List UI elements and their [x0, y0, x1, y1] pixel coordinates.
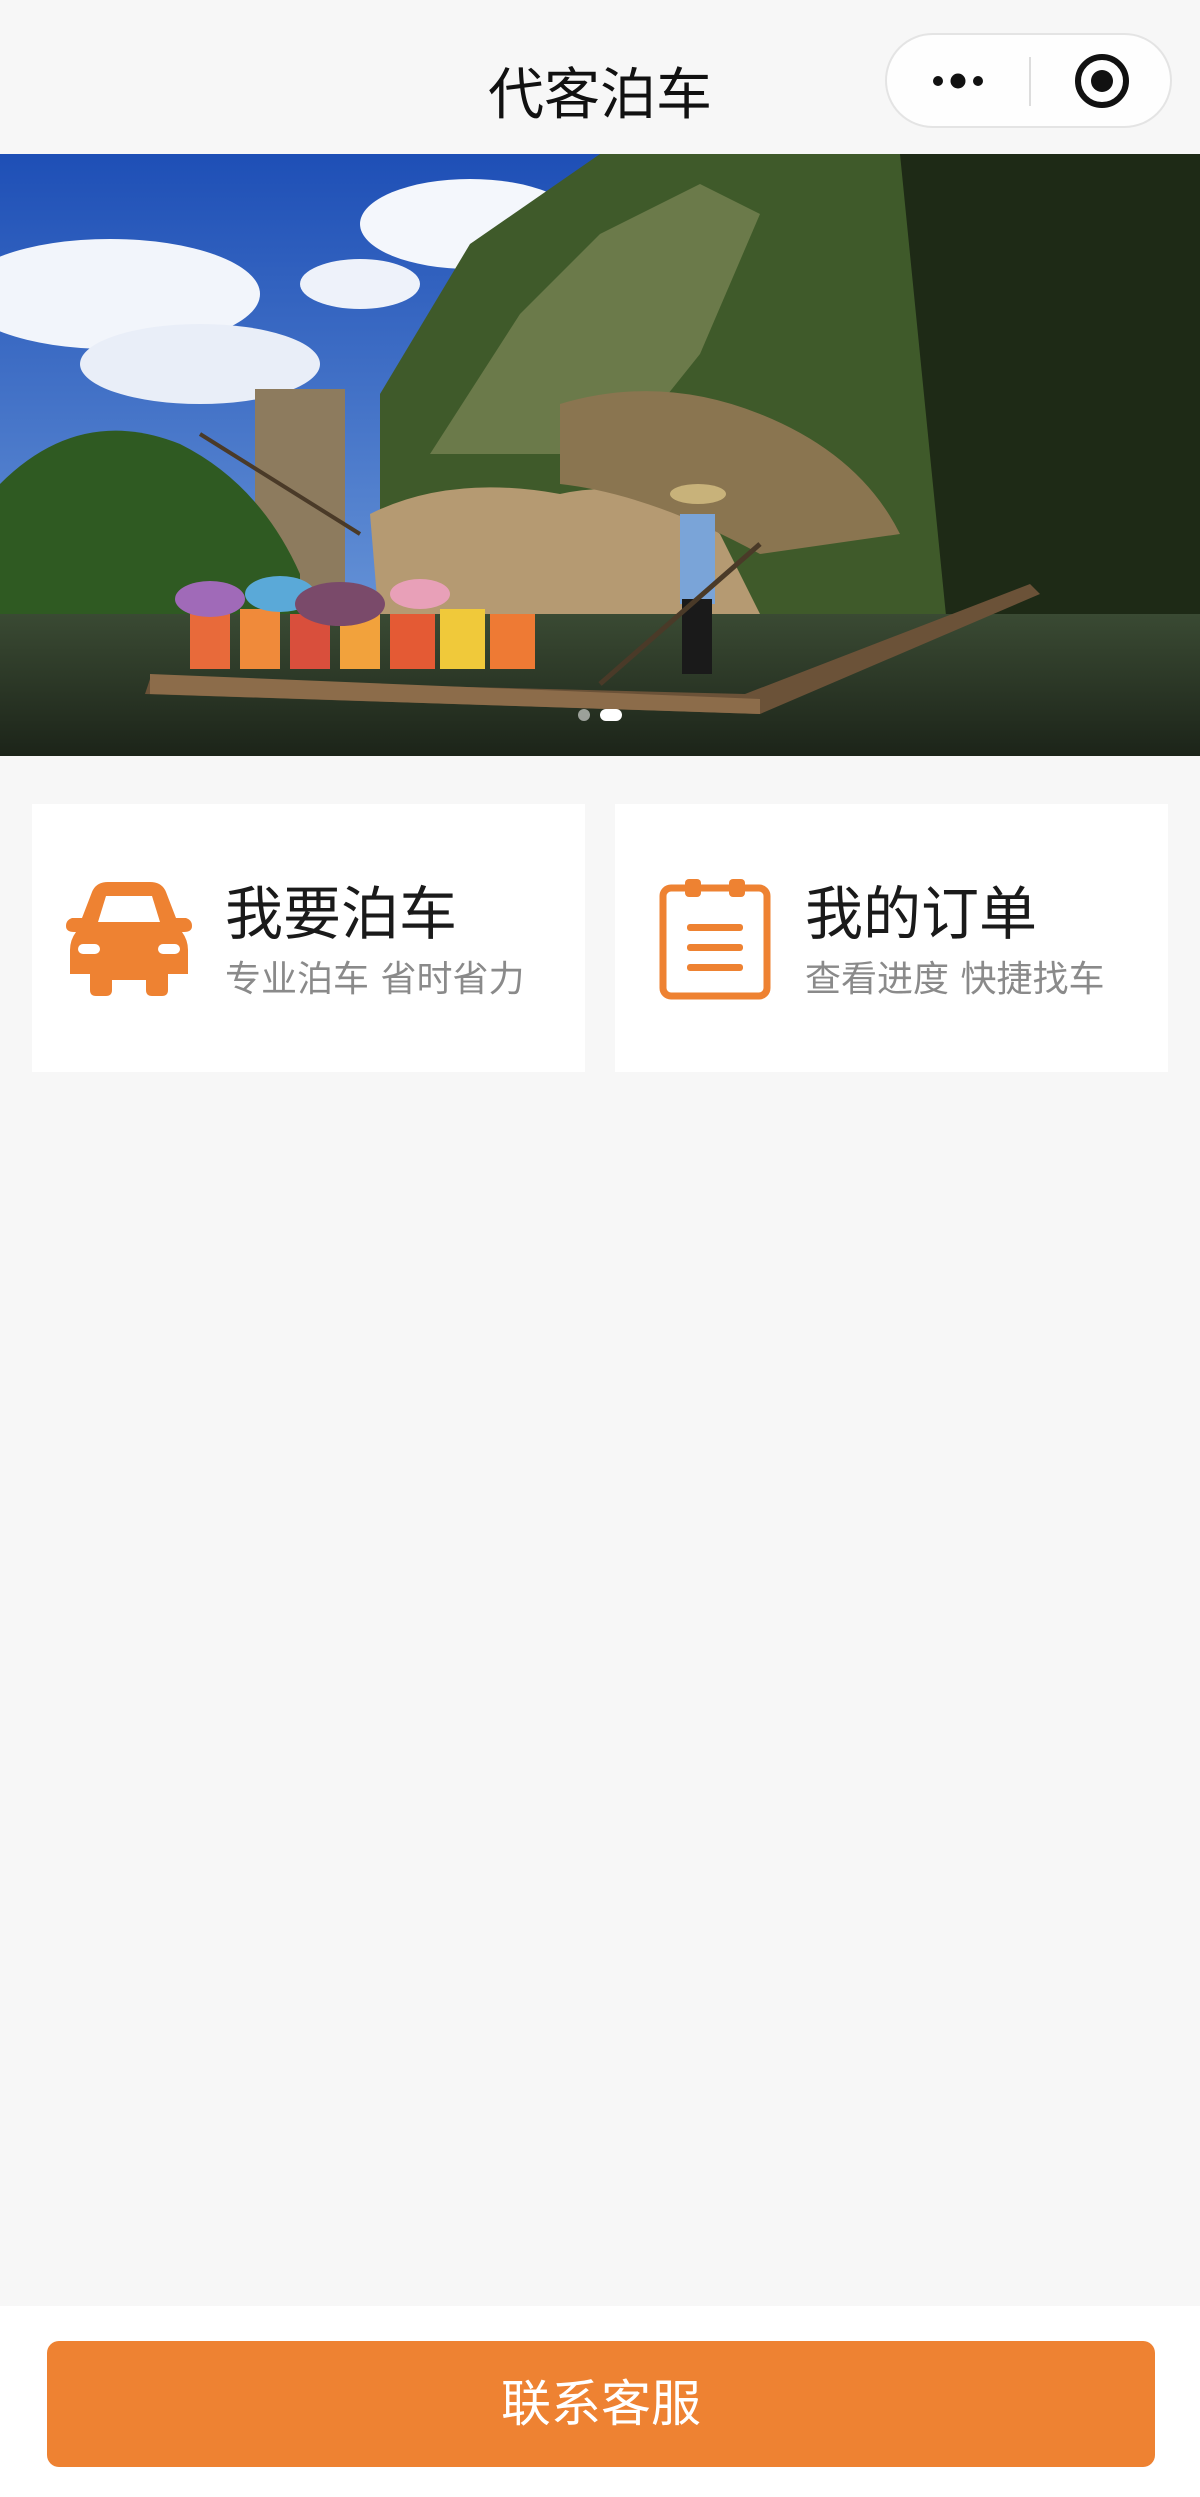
bottom-bar: 联系客服: [0, 2306, 1200, 2497]
park-car-card[interactable]: 我要泊车 专业泊车 省时省力: [32, 804, 585, 1072]
mini-program-capsule: [885, 33, 1172, 128]
my-orders-title: 我的订单: [805, 880, 1038, 948]
target-circle-icon: [1074, 53, 1129, 108]
my-orders-subtitle: 查看进度 快捷找车: [805, 959, 1105, 1000]
carousel-dot[interactable]: [578, 709, 590, 721]
my-orders-card[interactable]: 我的订单 查看进度 快捷找车: [615, 804, 1168, 1072]
more-dots-icon: [933, 73, 983, 88]
car-icon: [66, 882, 192, 996]
contact-service-button[interactable]: 联系客服: [47, 2341, 1155, 2467]
navigation-bar: 代客泊车: [0, 0, 1200, 154]
park-car-title: 我要泊车: [225, 880, 458, 948]
banner-image: [0, 154, 1200, 756]
banner-carousel[interactable]: [0, 154, 1200, 756]
more-options-button[interactable]: [887, 35, 1029, 126]
close-mini-program-button[interactable]: [1031, 35, 1172, 126]
clipboard-icon: [659, 879, 771, 1000]
park-car-subtitle: 专业泊车 省时省力: [225, 959, 525, 1000]
carousel-dot-active[interactable]: [600, 709, 622, 721]
carousel-indicators: [0, 709, 1200, 721]
